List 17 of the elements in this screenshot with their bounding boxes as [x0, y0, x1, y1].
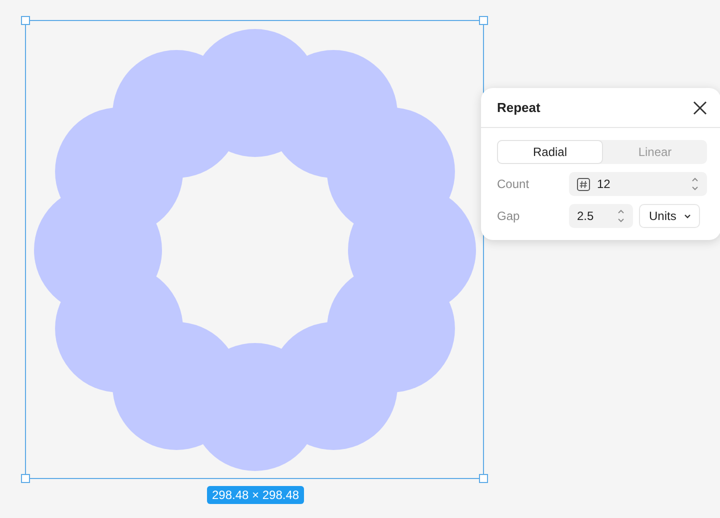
- size-label: 298.48 × 298.48: [207, 486, 304, 504]
- stepper-icon[interactable]: [617, 209, 625, 223]
- caret-icon: [684, 214, 692, 218]
- resize-handle[interactable]: [479, 474, 488, 483]
- units-dropdown[interactable]: Units: [639, 204, 700, 228]
- field-label: Count: [497, 177, 530, 191]
- resize-handle[interactable]: [479, 16, 488, 25]
- field-label: Gap: [497, 209, 521, 223]
- mode-tab[interactable]: Radial: [497, 140, 603, 164]
- resize-handle[interactable]: [21, 474, 30, 483]
- stepper-icon[interactable]: [691, 177, 699, 191]
- hash-icon: [577, 178, 590, 190]
- panel-title: Repeat: [497, 100, 540, 115]
- close-icon[interactable]: [693, 100, 707, 114]
- resize-handle[interactable]: [21, 16, 30, 25]
- gap-field[interactable]: 2.5: [569, 204, 633, 228]
- count-field[interactable]: 12: [569, 172, 707, 196]
